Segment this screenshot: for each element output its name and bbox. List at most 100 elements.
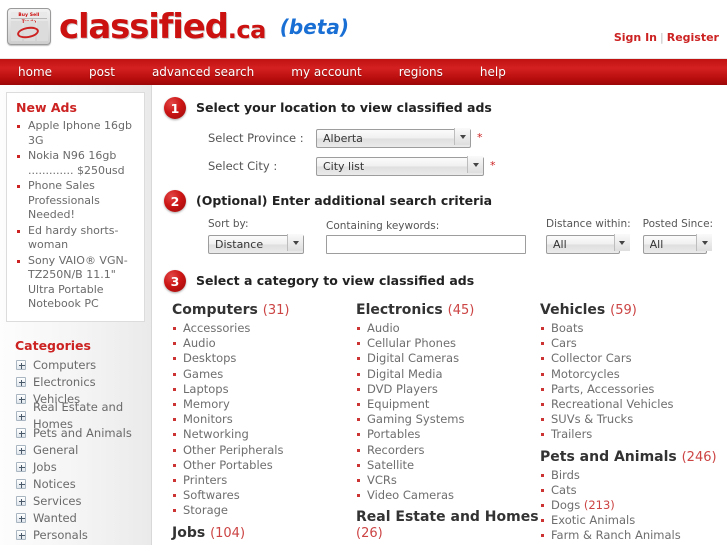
subcategory-item[interactable]: Video Cameras	[356, 488, 540, 503]
subcategory-item[interactable]: Cats	[540, 483, 727, 498]
subcategory-label: Audio	[367, 321, 400, 335]
expand-plus-icon[interactable]	[16, 530, 26, 540]
site-logo[interactable]: Buy Sell Trade classified.ca (beta)	[7, 8, 349, 45]
category-group-heading[interactable]: Electronics (45)	[356, 302, 540, 318]
subcategory-item[interactable]: Digital Media	[356, 367, 540, 382]
subcategory-item[interactable]: Recorders	[356, 443, 540, 458]
subcategory-item[interactable]: SUVs & Trucks	[540, 412, 727, 427]
subcategory-item[interactable]: Portables	[356, 427, 540, 442]
sidebar-item-jobs[interactable]: Jobs	[14, 459, 139, 476]
province-select[interactable]: Alberta	[316, 129, 471, 148]
nav-item-help[interactable]: help	[480, 65, 527, 79]
sidebar-item-notices[interactable]: Notices	[14, 476, 139, 493]
expand-plus-icon[interactable]	[16, 394, 26, 404]
subcategory-item[interactable]: Other Portables	[172, 458, 356, 473]
sort-by-select[interactable]: Distance	[208, 235, 304, 254]
subcategory-item[interactable]: Boats	[540, 321, 727, 336]
expand-plus-icon[interactable]	[16, 411, 26, 421]
sidebar-item-services[interactable]: Services	[14, 493, 139, 510]
sidebar-item-real-estate-and-homes[interactable]: Real Estate and Homes	[14, 400, 139, 431]
subcategory-item[interactable]: DVD Players	[356, 382, 540, 397]
category-group-heading[interactable]: Computers (31)	[172, 302, 356, 318]
subcategory-item[interactable]: Networking	[172, 427, 356, 442]
category-group-count: (45)	[447, 303, 475, 318]
subcategory-item[interactable]: Satellite	[356, 458, 540, 473]
subcategory-item[interactable]: Cellular Phones	[356, 336, 540, 351]
subcategory-item[interactable]: Audio	[356, 321, 540, 336]
category-group-heading[interactable]: Vehicles (59)	[540, 302, 727, 318]
subcategory-item[interactable]: Gaming Systems	[356, 412, 540, 427]
nav-item-my-account[interactable]: my account	[291, 65, 382, 79]
sidebar-item-personals[interactable]: Personals	[14, 527, 139, 544]
expand-plus-icon[interactable]	[16, 445, 26, 455]
register-link[interactable]: Register	[667, 31, 719, 44]
subcategory-item[interactable]: Trailers	[540, 427, 727, 442]
expand-plus-icon[interactable]	[16, 513, 26, 523]
posted-since-select[interactable]: All	[642, 235, 707, 254]
subcategory-item[interactable]: Digital Cameras	[356, 351, 540, 366]
subcategory-item[interactable]: Monitors	[172, 412, 356, 427]
expand-plus-icon[interactable]	[16, 479, 26, 489]
expand-plus-icon[interactable]	[16, 428, 26, 438]
posted-since-select-wrap[interactable]: All	[642, 233, 713, 254]
list-item[interactable]: Ed hardy shorts-woman	[15, 224, 136, 253]
keywords-input[interactable]	[326, 235, 526, 254]
list-item[interactable]: Sony VAIO® VGN-TZ250N/B 11.1" Ultra Port…	[15, 254, 136, 312]
expand-plus-icon[interactable]	[16, 377, 26, 387]
subcategory-item[interactable]: Birds	[540, 468, 727, 483]
expand-plus-icon[interactable]	[16, 360, 26, 370]
step-3-section: 3 Select a category to view classified a…	[164, 270, 727, 545]
auth-links: Sign In | Register	[614, 31, 719, 44]
list-item[interactable]: Apple Iphone 16gb 3G	[15, 119, 136, 148]
sidebar-item-pets-and-animals[interactable]: Pets and Animals	[14, 425, 139, 442]
subcategory-item[interactable]: Farm & Ranch Animals	[540, 528, 727, 543]
nav-item-regions[interactable]: regions	[399, 65, 464, 79]
subcategory-item[interactable]: Accessories	[172, 321, 356, 336]
subcategory-item[interactable]: Collector Cars	[540, 351, 727, 366]
location-form: Select Province : Alberta * Select City …	[208, 127, 727, 176]
sidebar-item-electronics[interactable]: Electronics	[14, 374, 139, 391]
list-item[interactable]: Nokia N96 16gb ............. $250usd	[15, 149, 136, 178]
subcategory-item[interactable]: Printers	[172, 473, 356, 488]
subcategory-item[interactable]: Laptops	[172, 382, 356, 397]
subcategory-item[interactable]: Audio	[172, 336, 356, 351]
subcategory-item[interactable]: Games	[172, 367, 356, 382]
sidebar-item-label: Services	[33, 493, 82, 508]
category-group-heading[interactable]: Pets and Animals (246)	[540, 449, 727, 465]
nav-item-home[interactable]: home	[18, 65, 73, 79]
subcategory-item[interactable]: Exotic Animals	[540, 513, 727, 528]
distance-select[interactable]: All	[546, 235, 620, 254]
subcategory-item[interactable]: Desktops	[172, 351, 356, 366]
distance-select-wrap[interactable]: All	[546, 233, 631, 254]
nav-item-advanced-search[interactable]: advanced search	[152, 65, 275, 79]
category-group-heading[interactable]: Jobs (104)	[172, 525, 356, 541]
category-group: Electronics (45) Audio Cellular Phones Digi…	[356, 302, 540, 503]
sidebar-item-general[interactable]: General	[14, 442, 139, 459]
subcategory-item[interactable]: Equipment	[356, 397, 540, 412]
subcategory-item[interactable]: Memory	[172, 397, 356, 412]
subcategory-item[interactable]: Parts, Accessories	[540, 382, 727, 397]
sidebar-item-wanted[interactable]: Wanted	[14, 510, 139, 527]
subcategory-item[interactable]: Softwares	[172, 488, 356, 503]
distance-field: Distance within: All	[546, 218, 631, 254]
sign-in-link[interactable]: Sign In	[614, 31, 657, 44]
category-group-heading[interactable]: Real Estate and Homes (26)	[356, 509, 540, 541]
subcategory-item[interactable]: Motorcycles	[540, 367, 727, 382]
city-select[interactable]: City list	[316, 157, 484, 176]
list-item[interactable]: Phone Sales Professionals Needed!	[15, 179, 136, 223]
sidebar-item-computers[interactable]: Computers	[14, 357, 139, 374]
province-select-wrap[interactable]: Alberta	[316, 127, 471, 148]
main-content: 1 Select your location to view classifie…	[152, 85, 727, 545]
subcategory-item[interactable]: Recreational Vehicles	[540, 397, 727, 412]
sort-by-select-wrap[interactable]: Distance	[208, 233, 304, 254]
nav-item-post[interactable]: post	[89, 65, 136, 79]
subcategory-item[interactable]: VCRs	[356, 473, 540, 488]
step-2-title: (Optional) Enter additional search crite…	[196, 193, 493, 208]
expand-plus-icon[interactable]	[16, 462, 26, 472]
city-select-wrap[interactable]: City list	[316, 155, 484, 176]
subcategory-item[interactable]: Cars	[540, 336, 727, 351]
expand-plus-icon[interactable]	[16, 496, 26, 506]
subcategory-item[interactable]: Dogs (213)	[540, 498, 727, 513]
subcategory-item[interactable]: Storage	[172, 503, 356, 518]
subcategory-item[interactable]: Other Peripherals	[172, 443, 356, 458]
